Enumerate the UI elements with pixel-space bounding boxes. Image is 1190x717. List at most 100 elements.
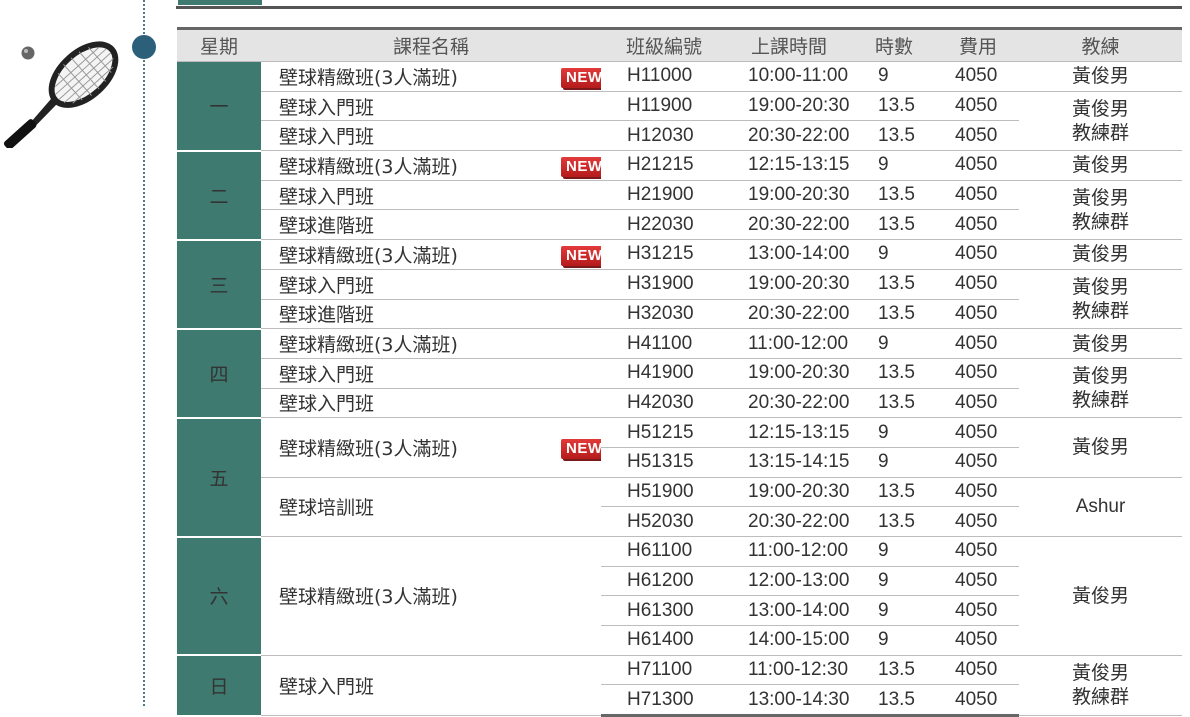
weekday-cell: 一 — [177, 61, 261, 152]
class-time: 20:30-22:00 — [727, 506, 852, 537]
hours: 13.5 — [851, 91, 938, 122]
fee: 4050 — [937, 388, 1020, 419]
course-name: 壁球精緻班(3人滿班) — [261, 417, 561, 478]
class-time: 19:00-20:30 — [727, 477, 852, 508]
weekday-cell: 五 — [177, 417, 261, 538]
new-badge-cell — [561, 358, 602, 389]
new-badge: NEW — [561, 67, 602, 88]
class-time: 20:30-22:00 — [727, 299, 852, 330]
hours: 13.5 — [851, 269, 938, 300]
schedule-row: 六壁球精緻班(3人滿班) H61100 11:00-12:00 9 4050 黃俊男 — [177, 536, 1183, 657]
hours: 13.5 — [851, 684, 938, 717]
new-badge-cell — [561, 91, 602, 122]
fee: 4050 — [937, 239, 1020, 270]
class-time: 13:00-14:00 — [727, 239, 852, 270]
header-hours: 時數 — [851, 27, 938, 62]
course-name: 壁球入門班 — [261, 358, 561, 389]
class-code: H71300 — [601, 684, 728, 717]
schedule-row: 二壁球精緻班(3人滿班) NEW H21215 12:15-13:15 9 4050 黃俊男 — [177, 150, 1183, 241]
hours: 13.5 — [851, 299, 938, 330]
class-time: 19:00-20:30 — [727, 180, 852, 211]
class-code: H31215 — [601, 239, 728, 270]
class-time: 20:30-22:00 — [727, 388, 852, 419]
fee: 4050 — [937, 120, 1020, 152]
weekday-cell: 二 — [177, 150, 261, 241]
new-badge-cell: NEW — [561, 239, 602, 270]
class-code: H71100 — [601, 655, 728, 686]
class-time: 11:00-12:00 — [727, 536, 852, 567]
coach-name: 黃俊男 — [1019, 417, 1183, 478]
class-code: H61400 — [601, 625, 728, 656]
fee: 4050 — [937, 328, 1020, 359]
timeline-dotted-line — [143, 0, 145, 706]
class-time: 10:00-11:00 — [727, 61, 852, 92]
fee: 4050 — [937, 209, 1020, 241]
weekday-cell: 日 — [177, 655, 261, 717]
hours: 13.5 — [851, 388, 938, 419]
class-code: H52030 — [601, 506, 728, 537]
hours: 9 — [851, 625, 938, 656]
class-code: H41900 — [601, 358, 728, 389]
schedule-row: 壁球入門班 H11900 19:00-20:30 13.5 4050 黃俊男 教練群 — [177, 91, 1183, 152]
remnant-day-cell — [178, 0, 262, 5]
class-time: 11:00-12:30 — [727, 655, 852, 686]
coach-name: 黃俊男 — [1019, 61, 1183, 92]
new-badge: NEW — [561, 156, 602, 177]
fee: 4050 — [937, 358, 1020, 389]
class-code: H42030 — [601, 388, 728, 419]
schedule-row: 壁球培訓班 H51900 19:00-20:30 13.5 4050 Ashur — [177, 477, 1183, 538]
class-code: H21215 — [601, 150, 728, 181]
coach-name: 黃俊男 教練群 — [1019, 655, 1183, 717]
course-name: 壁球入門班 — [261, 655, 561, 717]
new-badge-cell: NEW — [561, 417, 602, 478]
coach-name: 黃俊男 教練群 — [1019, 91, 1183, 152]
class-code: H41100 — [601, 328, 728, 359]
schedule-row: 三壁球精緻班(3人滿班) NEW H31215 13:00-14:00 9 4050 黃俊男 — [177, 239, 1183, 330]
course-name: 壁球精緻班(3人滿班) — [261, 150, 561, 181]
course-name: 壁球入門班 — [261, 120, 561, 152]
table-header-row: 星期 課程名稱 班級編號 上課時間 時數 費用 教練 — [177, 27, 1183, 62]
schedule-row: 五壁球精緻班(3人滿班) NEW H51215 12:15-13:15 9 4050 黃俊男 — [177, 417, 1183, 538]
class-time: 12:00-13:00 — [727, 566, 852, 597]
course-name: 壁球進階班 — [261, 209, 561, 241]
class-code: H11900 — [601, 91, 728, 122]
weekday-cell: 三 — [177, 239, 261, 330]
coach-name: Ashur — [1019, 477, 1183, 538]
fee: 4050 — [937, 417, 1020, 448]
header-coach: 教練 — [1019, 27, 1183, 62]
course-name: 壁球精緻班(3人滿班) — [261, 536, 561, 656]
header-class-code: 班級編號 — [601, 27, 728, 62]
hours: 13.5 — [851, 655, 938, 686]
fee: 4050 — [937, 684, 1020, 717]
hours: 9 — [851, 595, 938, 627]
fee: 4050 — [937, 625, 1020, 656]
schedule-row: 壁球入門班 H21900 19:00-20:30 13.5 4050 黃俊男 教練群 — [177, 180, 1183, 241]
hours: 13.5 — [851, 120, 938, 152]
class-time: 20:30-22:00 — [727, 120, 852, 152]
fee: 4050 — [937, 595, 1020, 627]
hours: 9 — [851, 536, 938, 567]
fee: 4050 — [937, 150, 1020, 181]
class-code: H32030 — [601, 299, 728, 330]
weekday-cell: 四 — [177, 328, 261, 419]
course-name: 壁球精緻班(3人滿班) — [261, 239, 561, 270]
class-time: 12:15-13:15 — [727, 150, 852, 181]
class-code: H61200 — [601, 566, 728, 597]
squash-course-schedule-table: 星期 課程名稱 班級編號 上課時間 時數 費用 教練 一壁球精緻班(3人滿班) N… — [177, 27, 1183, 717]
header-weekday: 星期 — [177, 27, 261, 62]
course-name: 壁球精緻班(3人滿班) — [261, 61, 561, 92]
schedule-row: 日壁球入門班 H71100 11:00-12:30 13.5 4050 黃俊男 教練群 — [177, 655, 1183, 717]
hours: 9 — [851, 328, 938, 359]
new-badge-cell — [561, 655, 602, 717]
new-badge: NEW — [561, 438, 602, 459]
fee: 4050 — [937, 180, 1020, 211]
new-badge-cell — [561, 269, 602, 300]
coach-name: 黃俊男 教練群 — [1019, 358, 1183, 419]
class-time: 20:30-22:00 — [727, 209, 852, 241]
hours: 9 — [851, 239, 938, 270]
schedule-row: 壁球入門班 H31900 19:00-20:30 13.5 4050 黃俊男 教練群 — [177, 269, 1183, 330]
class-code: H31900 — [601, 269, 728, 300]
hours: 9 — [851, 61, 938, 92]
class-time: 13:00-14:30 — [727, 684, 852, 717]
new-badge-cell — [561, 299, 602, 330]
